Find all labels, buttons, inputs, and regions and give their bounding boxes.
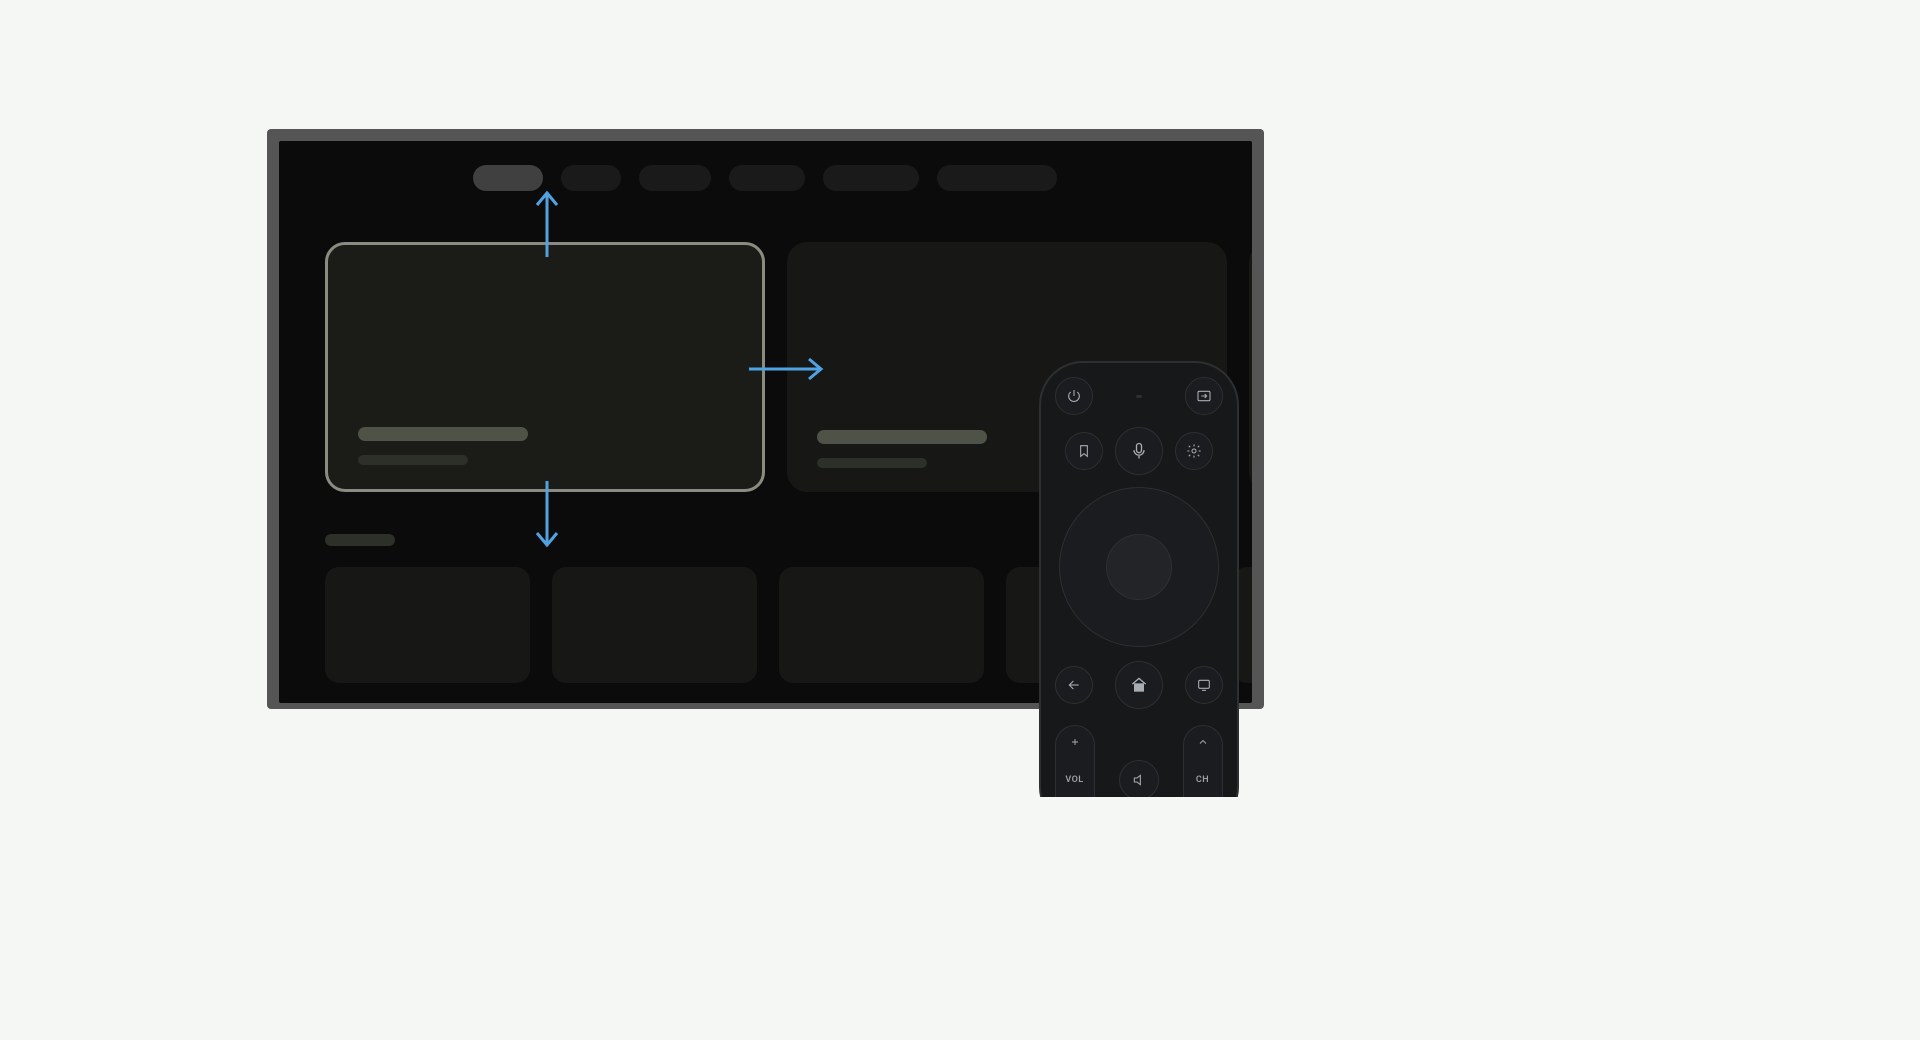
back-button[interactable] bbox=[1055, 666, 1093, 704]
nav-tab[interactable] bbox=[729, 165, 805, 191]
card-subtitle-placeholder bbox=[817, 458, 927, 468]
dpad-select-button[interactable] bbox=[1106, 534, 1172, 600]
arrow-up-icon bbox=[532, 187, 562, 257]
ch-label: CH bbox=[1196, 775, 1209, 785]
dpad[interactable] bbox=[1059, 487, 1219, 647]
input-icon bbox=[1196, 388, 1212, 404]
home-icon bbox=[1129, 675, 1149, 695]
power-icon bbox=[1066, 388, 1082, 404]
card-subtitle-placeholder bbox=[358, 455, 468, 465]
nav-tabs bbox=[279, 165, 1252, 191]
section-label-placeholder bbox=[325, 534, 395, 546]
led-indicator bbox=[1136, 395, 1142, 398]
vol-label: VOL bbox=[1065, 775, 1083, 785]
content-card[interactable] bbox=[779, 567, 984, 683]
gear-icon bbox=[1186, 443, 1202, 459]
chevron-up-icon bbox=[1197, 736, 1209, 748]
hero-card-focused[interactable] bbox=[325, 242, 765, 492]
speaker-icon bbox=[1131, 772, 1147, 788]
voice-button[interactable] bbox=[1115, 427, 1163, 475]
mic-icon bbox=[1129, 441, 1149, 461]
tv-icon bbox=[1196, 677, 1212, 693]
nav-tab[interactable] bbox=[639, 165, 711, 191]
channel-rocker[interactable]: CH bbox=[1183, 725, 1223, 797]
mute-button[interactable] bbox=[1119, 760, 1159, 797]
card-title-placeholder bbox=[817, 430, 987, 444]
card-title-placeholder bbox=[358, 427, 528, 441]
volume-rocker[interactable]: VOL bbox=[1055, 725, 1095, 797]
tv-remote: VOL CH bbox=[1039, 361, 1239, 797]
hero-card-partial[interactable] bbox=[1249, 242, 1252, 492]
bookmark-button[interactable] bbox=[1065, 432, 1103, 470]
power-button[interactable] bbox=[1055, 377, 1093, 415]
bookmark-icon bbox=[1076, 443, 1092, 459]
settings-button[interactable] bbox=[1175, 432, 1213, 470]
nav-tab[interactable] bbox=[561, 165, 621, 191]
nav-tab[interactable] bbox=[937, 165, 1057, 191]
guide-button[interactable] bbox=[1185, 666, 1223, 704]
content-card[interactable] bbox=[552, 567, 757, 683]
nav-tab[interactable] bbox=[823, 165, 919, 191]
input-button[interactable] bbox=[1185, 377, 1223, 415]
plus-icon bbox=[1069, 736, 1081, 748]
home-button[interactable] bbox=[1115, 661, 1163, 709]
content-card[interactable] bbox=[325, 567, 530, 683]
arrow-right-icon bbox=[749, 354, 829, 384]
diagram-canvas: VOL CH bbox=[15, 15, 1486, 797]
arrow-down-icon bbox=[532, 481, 562, 553]
arrow-left-icon bbox=[1066, 677, 1082, 693]
